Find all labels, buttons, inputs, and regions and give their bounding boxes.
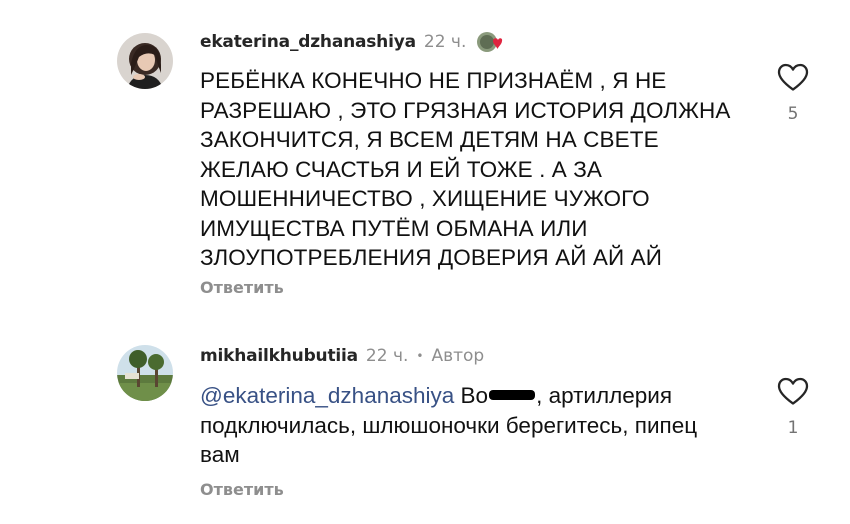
avatar[interactable] bbox=[117, 345, 173, 401]
mention-link[interactable]: @ekaterina_dzhanashiya bbox=[200, 383, 454, 408]
comments-list: ekaterina_dzhanashiya 22 ч. РЕБЁНКА КОНЕ… bbox=[0, 0, 850, 524]
username[interactable]: ekaterina_dzhanashiya bbox=[200, 32, 416, 52]
comment: mikhailkhubutiia 22 ч. • Автор @ekaterin… bbox=[0, 330, 850, 524]
username[interactable]: mikhailkhubutiia bbox=[200, 346, 358, 366]
separator: • bbox=[416, 349, 424, 363]
avatar[interactable] bbox=[117, 33, 173, 89]
author-label: Автор bbox=[431, 346, 485, 366]
reply-button[interactable]: Ответить bbox=[200, 480, 284, 499]
like-count: 5 bbox=[787, 104, 799, 124]
like-control: 5 bbox=[775, 62, 811, 124]
comment-meta: ekaterina_dzhanashiya 22 ч. bbox=[200, 30, 506, 54]
heart-icon[interactable] bbox=[776, 377, 810, 410]
comment-text: РЕБЁНКА КОНЕЧНО НЕ ПРИЗНАЁМ , Я НЕ РАЗРЕ… bbox=[200, 68, 731, 270]
comment-text: @ekaterina_dzhanashiya Во, артиллерия по… bbox=[200, 381, 740, 470]
timestamp: 22 ч. bbox=[423, 32, 467, 52]
comment-text-prefix: Во bbox=[460, 383, 489, 408]
censor-bar bbox=[489, 390, 536, 401]
comment-meta: mikhailkhubutiia 22 ч. • Автор bbox=[200, 344, 484, 368]
comment: ekaterina_dzhanashiya 22 ч. РЕБЁНКА КОНЕ… bbox=[0, 0, 850, 310]
like-count: 1 bbox=[787, 418, 799, 438]
reply-button[interactable]: Ответить bbox=[200, 278, 284, 297]
timestamp: 22 ч. bbox=[365, 346, 409, 366]
like-control: 1 bbox=[775, 376, 811, 438]
story-heart-badge-icon bbox=[476, 30, 506, 54]
heart-icon[interactable] bbox=[776, 63, 810, 96]
